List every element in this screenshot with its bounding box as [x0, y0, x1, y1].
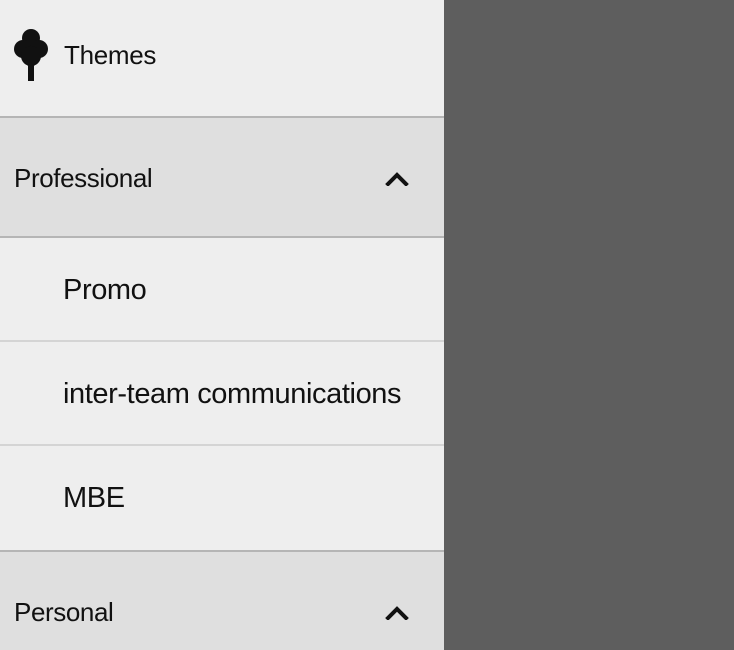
chevron-up-icon[interactable] [385, 170, 409, 186]
theme-item-label: inter-team communications [63, 378, 402, 410]
chevron-up-icon[interactable] [385, 604, 409, 620]
tree-icon [14, 29, 48, 81]
theme-item-inter-team-communications[interactable]: inter-team communications [0, 342, 444, 446]
navigation-drawer: Themes Professional Promo inter-team com… [0, 0, 444, 650]
theme-item-mbe[interactable]: MBE [0, 446, 444, 550]
theme-item-promo[interactable]: Promo [0, 238, 444, 342]
group-header-professional[interactable]: Professional [0, 118, 444, 238]
drawer-scrim-overlay[interactable] [444, 0, 734, 650]
theme-item-label: Promo [63, 274, 147, 306]
drawer-title: Themes [64, 40, 157, 70]
drawer-header: Themes [0, 0, 444, 118]
theme-item-label: MBE [63, 482, 125, 514]
group-label-personal: Personal [14, 597, 114, 627]
group-label-professional: Professional [14, 163, 153, 193]
group-header-personal[interactable]: Personal [0, 550, 444, 650]
